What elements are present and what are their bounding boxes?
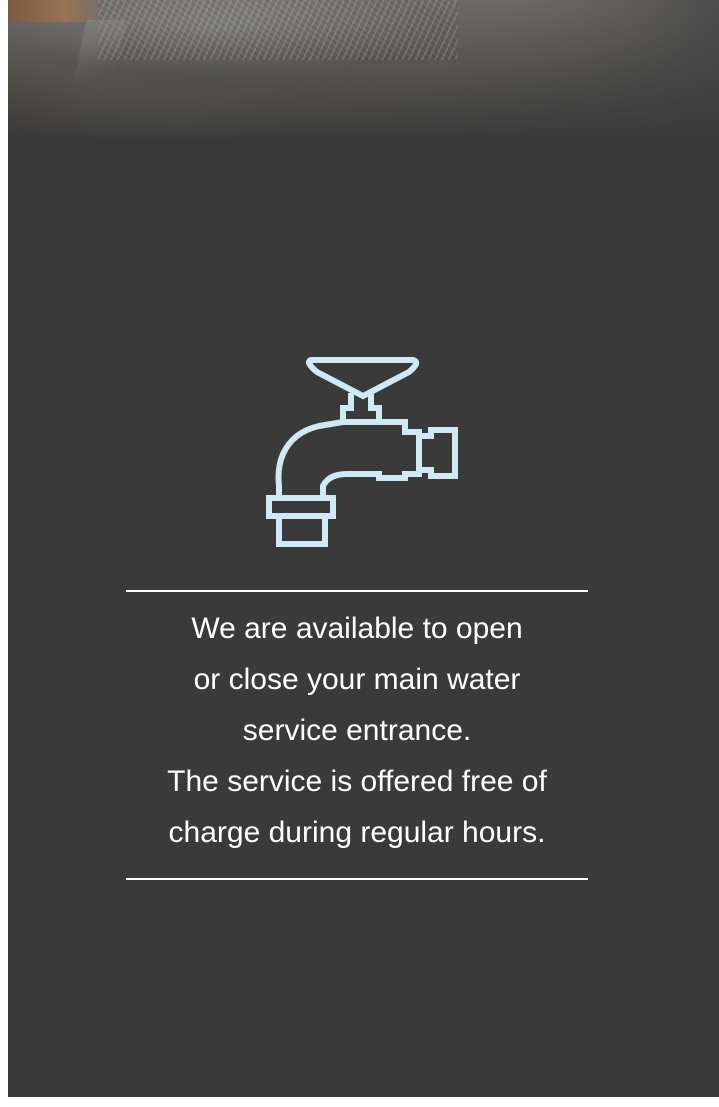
service-message: We are available to open or close your m… (126, 603, 588, 858)
divider-bottom (126, 878, 588, 880)
message-line: service entrance. (242, 714, 472, 747)
message-line: charge during regular hours. (168, 816, 546, 849)
photo-wood-board (8, 0, 103, 22)
background-photo (8, 0, 719, 140)
photo-concrete-edge (69, 20, 127, 100)
page-frame: We are available to open or close your m… (0, 0, 719, 1107)
divider-top (126, 590, 588, 592)
photo-gravel-texture (98, 0, 458, 60)
message-line: We are available to open (191, 612, 523, 645)
message-line: or close your main water (193, 663, 521, 696)
message-line: The service is offered free of (167, 765, 547, 798)
faucet-icon (266, 357, 458, 547)
